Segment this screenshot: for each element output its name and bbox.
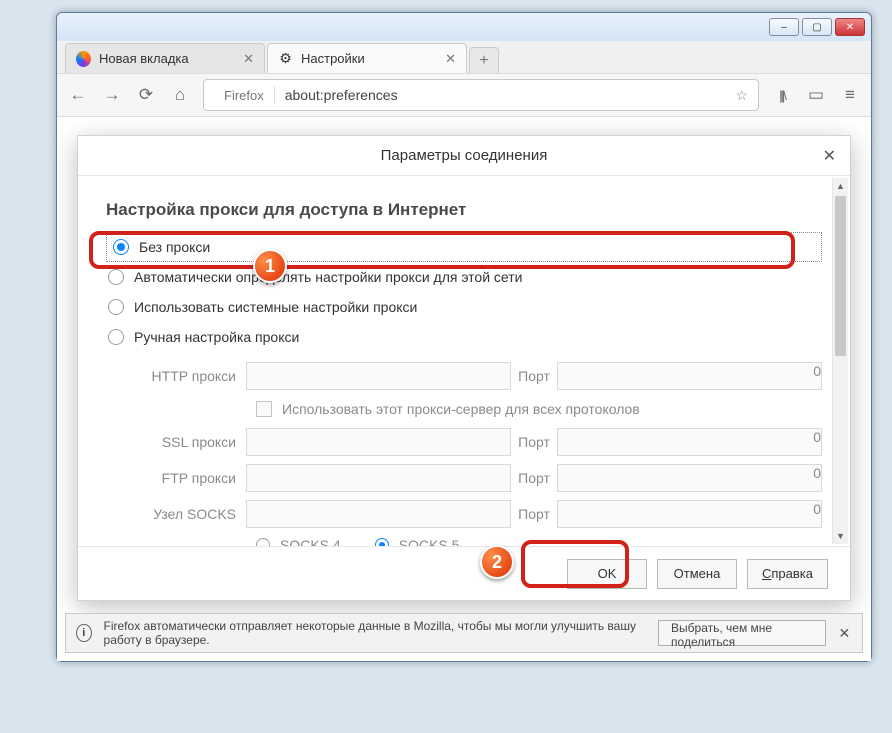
gear-icon: ⚙: [278, 51, 293, 66]
tab-new-tab[interactable]: Новая вкладка ✕: [65, 43, 265, 73]
http-proxy-input[interactable]: [246, 362, 511, 390]
share-proxy-row[interactable]: Использовать этот прокси-сервер для всех…: [130, 394, 822, 424]
socks-host-input[interactable]: [246, 500, 511, 528]
choose-sharing-button[interactable]: Выбрать, чем мне поделиться: [658, 620, 826, 646]
radio-autodetect-proxy[interactable]: Автоматически определять настройки прокс…: [106, 262, 822, 292]
ok-button[interactable]: OK: [567, 559, 647, 589]
radio-label: Без прокси: [139, 239, 210, 255]
data-sharing-notification: i Firefox автоматически отправляет некот…: [65, 613, 863, 653]
ssl-proxy-row: SSL прокси Порт 0: [130, 424, 822, 460]
nav-home-icon[interactable]: ⌂: [169, 84, 191, 106]
info-icon: i: [76, 624, 92, 642]
ssl-proxy-input[interactable]: [246, 428, 511, 456]
nav-toolbar: ← → ⟳ ⌂ Firefox about:preferences ☆ |||\…: [57, 73, 871, 117]
separator: [274, 86, 275, 104]
url-text: about:preferences: [285, 87, 398, 103]
socks-host-row: Узел SOCKS Порт 0: [130, 496, 822, 532]
dialog-close-icon[interactable]: ✕: [823, 146, 836, 166]
content-area: Параметры соединения ✕ Настройка прокси …: [57, 117, 871, 661]
section-heading: Настройка прокси для доступа в Интернет: [106, 200, 822, 220]
new-tab-button[interactable]: +: [469, 47, 499, 73]
dialog-scrollbar[interactable]: ▲ ▼: [832, 178, 848, 544]
identity-label: Firefox: [224, 88, 264, 103]
manual-proxy-grid: HTTP прокси Порт 0 Использовать этот про…: [130, 358, 822, 546]
radio-socks4-label: SOCKS 4: [280, 537, 341, 546]
tabstrip: Новая вкладка ✕ ⚙ Настройки ✕ +: [57, 41, 871, 73]
share-proxy-label: Использовать этот прокси-сервер для всех…: [282, 401, 640, 417]
library-icon[interactable]: |||\: [771, 84, 793, 106]
notification-close-icon[interactable]: ✕: [838, 625, 852, 642]
ftp-proxy-row: FTP прокси Порт 0: [130, 460, 822, 496]
radio-socks5-icon[interactable]: [375, 538, 389, 546]
sidebar-icon[interactable]: ▭: [805, 84, 827, 106]
dialog-footer: OK Отмена Справка: [78, 546, 850, 600]
radio-socks5-label: SOCKS 5: [399, 537, 460, 546]
help-button[interactable]: Справка: [747, 559, 828, 589]
radio-socks4-icon[interactable]: [256, 538, 270, 546]
radio-no-proxy[interactable]: Без прокси: [106, 232, 822, 262]
http-proxy-label: HTTP прокси: [130, 368, 246, 384]
help-accel: С: [762, 566, 771, 581]
port-label: Порт: [511, 470, 557, 486]
tab-close-icon[interactable]: ✕: [243, 51, 254, 67]
radio-label: Автоматически определять настройки прокс…: [134, 269, 522, 285]
http-proxy-row: HTTP прокси Порт 0: [130, 358, 822, 394]
http-port-input[interactable]: 0: [557, 362, 822, 390]
port-label: Порт: [511, 506, 557, 522]
radio-manual-proxy[interactable]: Ручная настройка прокси: [106, 322, 822, 352]
radio-label: Использовать системные настройки прокси: [134, 299, 417, 315]
socks-host-label: Узел SOCKS: [130, 506, 246, 522]
radio-label: Ручная настройка прокси: [134, 329, 299, 345]
window-titlebar: – ▢ ✕: [57, 13, 871, 41]
window-close-button[interactable]: ✕: [835, 18, 865, 36]
radio-icon: [108, 299, 124, 315]
dialog-titlebar: Параметры соединения ✕: [78, 136, 850, 176]
nav-reload-icon[interactable]: ⟳: [135, 84, 157, 106]
ssl-proxy-label: SSL прокси: [130, 434, 246, 450]
firefox-logo-icon: [76, 51, 91, 66]
help-rest: правка: [771, 566, 813, 581]
radio-icon: [113, 239, 129, 255]
ftp-proxy-label: FTP прокси: [130, 470, 246, 486]
window-maximize-button[interactable]: ▢: [802, 18, 832, 36]
browser-window: – ▢ ✕ Новая вкладка ✕ ⚙ Настройки ✕ + ← …: [56, 12, 872, 662]
dialog-body: Настройка прокси для доступа в Интернет …: [78, 176, 850, 546]
checkbox-icon: [256, 401, 272, 417]
cancel-button[interactable]: Отмена: [657, 559, 737, 589]
url-bar[interactable]: Firefox about:preferences ☆: [203, 79, 759, 111]
tab-label: Новая вкладка: [99, 51, 189, 66]
bookmark-star-icon[interactable]: ☆: [735, 87, 748, 104]
dialog-title: Параметры соединения: [381, 147, 548, 164]
tab-close-icon[interactable]: ✕: [445, 51, 456, 67]
connection-settings-dialog: Параметры соединения ✕ Настройка прокси …: [77, 135, 851, 601]
socks-port-input[interactable]: 0: [557, 500, 822, 528]
scroll-thumb[interactable]: [835, 196, 846, 356]
ssl-port-input[interactable]: 0: [557, 428, 822, 456]
notification-text: Firefox автоматически отправляет некотор…: [104, 619, 647, 647]
tab-settings[interactable]: ⚙ Настройки ✕: [267, 43, 467, 73]
nav-back-icon[interactable]: ←: [67, 84, 89, 106]
nav-forward-icon[interactable]: →: [101, 84, 123, 106]
scroll-up-icon[interactable]: ▲: [833, 178, 848, 194]
port-label: Порт: [511, 368, 557, 384]
ftp-proxy-input[interactable]: [246, 464, 511, 492]
radio-system-proxy[interactable]: Использовать системные настройки прокси: [106, 292, 822, 322]
radio-icon: [108, 329, 124, 345]
radio-icon: [108, 269, 124, 285]
scroll-down-icon[interactable]: ▼: [833, 528, 848, 544]
ftp-port-input[interactable]: 0: [557, 464, 822, 492]
hamburger-menu-icon[interactable]: ≡: [839, 84, 861, 106]
window-minimize-button[interactable]: –: [769, 18, 799, 36]
tab-label: Настройки: [301, 51, 365, 66]
socks-version-row: SOCKS 4 SOCKS 5: [130, 532, 822, 546]
port-label: Порт: [511, 434, 557, 450]
